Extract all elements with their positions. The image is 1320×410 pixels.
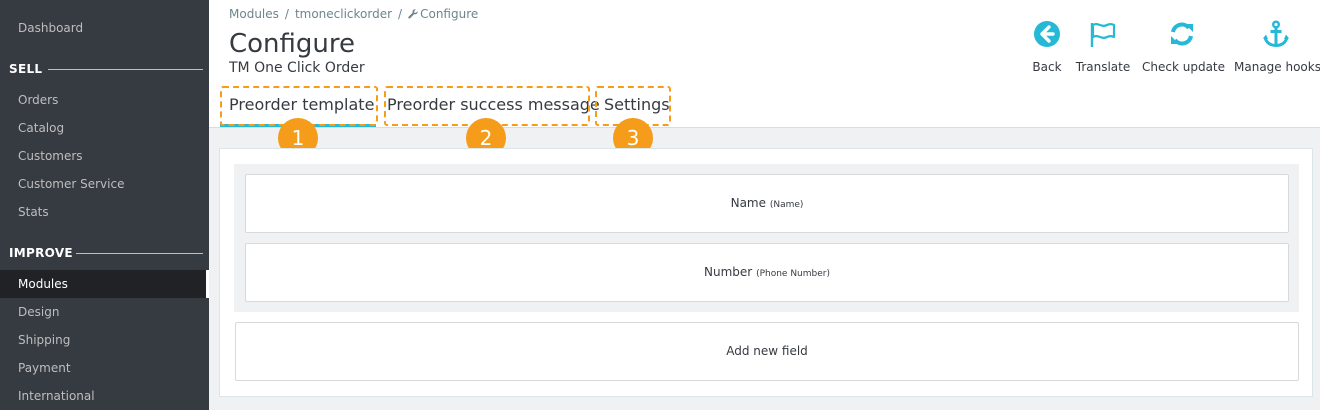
sidebar-item-shipping[interactable]: Shipping [18, 333, 70, 347]
flag-icon [1090, 22, 1116, 47]
field-label: Number [704, 265, 753, 279]
field-row-name[interactable]: Name (Name) [245, 174, 1289, 233]
field-row-number[interactable]: Number (Phone Number) [245, 243, 1289, 302]
translate-button[interactable]: Translate [1073, 20, 1133, 74]
sidebar-item-orders[interactable]: Orders [18, 93, 58, 107]
manage-hooks-button[interactable]: Manage hooks [1234, 20, 1320, 74]
wrench-icon [408, 8, 418, 19]
section-divider [76, 253, 203, 254]
sidebar-item-international[interactable]: International [18, 389, 95, 403]
sidebar-item-catalog[interactable]: Catalog [18, 121, 64, 135]
field-label: Name [730, 196, 766, 210]
breadcrumb-modules[interactable]: Modules [229, 7, 279, 21]
breadcrumb-configure: Configure [420, 7, 479, 21]
check-update-label: Check update [1142, 60, 1226, 74]
sidebar-item-modules[interactable]: Modules [18, 277, 68, 291]
breadcrumb: Modules / tmoneclickorder / Configure [229, 7, 478, 21]
breadcrumb-separator: / [284, 7, 289, 21]
field-hint: (Name) [769, 200, 804, 210]
sidebar-item-customers[interactable]: Customers [18, 149, 83, 163]
section-divider [48, 69, 203, 70]
anchor-icon [1263, 20, 1289, 48]
sidebar-item-payment[interactable]: Payment [18, 361, 71, 375]
breadcrumb-separator: / [398, 7, 403, 21]
back-button[interactable]: Back [1024, 20, 1070, 74]
sidebar-section-improve: IMPROVE [9, 246, 73, 260]
manage-hooks-label: Manage hooks [1234, 60, 1320, 74]
sidebar-section-sell: SELL [9, 62, 43, 76]
sidebar-item-customer-service[interactable]: Customer Service [18, 177, 124, 191]
add-new-field-button[interactable]: Add new field [235, 322, 1299, 381]
breadcrumb-module-name[interactable]: tmoneclickorder [295, 7, 392, 21]
page-subtitle: TM One Click Order [229, 60, 365, 76]
page-title: Configure [229, 29, 356, 59]
sidebar-item-design[interactable]: Design [18, 305, 59, 319]
active-indicator [206, 270, 209, 298]
check-update-button[interactable]: Check update [1142, 20, 1226, 74]
translate-label: Translate [1075, 60, 1131, 74]
arrow-circle-left-icon [1034, 21, 1060, 47]
field-hint: (Phone Number) [756, 269, 830, 279]
sidebar: Dashboard SELL Orders Catalog Customers … [0, 0, 209, 410]
back-label: Back [1032, 60, 1062, 74]
sidebar-item-dashboard[interactable]: Dashboard [18, 21, 83, 35]
sidebar-item-stats[interactable]: Stats [18, 205, 49, 219]
refresh-icon [1171, 22, 1193, 46]
